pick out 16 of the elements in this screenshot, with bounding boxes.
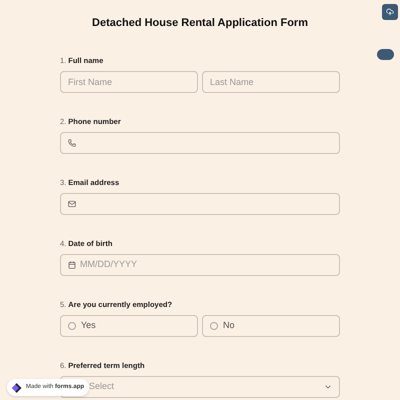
envelope-icon: [68, 200, 76, 208]
email-field[interactable]: [60, 192, 340, 214]
placeholder-text: Select: [89, 380, 114, 393]
side-handle[interactable]: [377, 49, 394, 60]
form-title: Detached House Rental Application Form: [91, 16, 309, 31]
upload-button[interactable]: [382, 4, 398, 20]
logo-icon: [10, 382, 22, 394]
phone-field[interactable]: [60, 132, 340, 154]
text-field[interactable]: Last Name: [202, 70, 340, 92]
phone-icon: [68, 138, 76, 146]
radio-option[interactable]: No: [202, 314, 340, 336]
placeholder-text: MM/DD/YYYY: [80, 258, 138, 271]
cloud-upload-icon: [386, 8, 394, 16]
calendar-icon: [68, 260, 76, 268]
radio-option[interactable]: Yes: [60, 314, 198, 336]
text-field[interactable]: First Name: [60, 70, 198, 92]
